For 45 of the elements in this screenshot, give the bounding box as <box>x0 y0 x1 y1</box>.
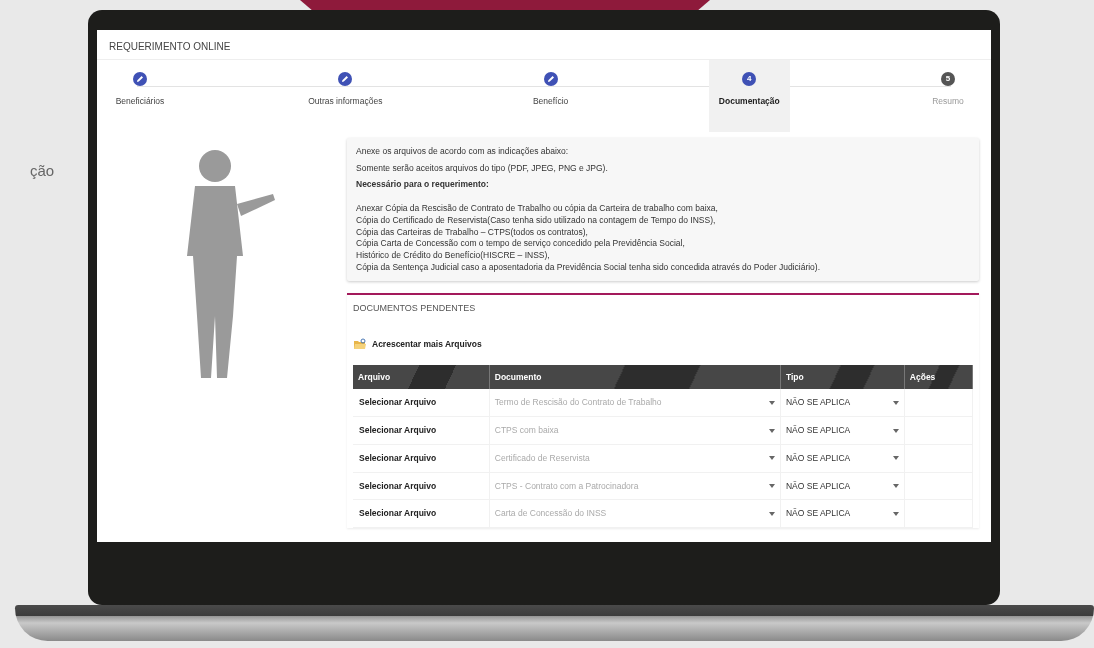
wizard-step[interactable]: Benefício <box>515 60 586 132</box>
select-file-button[interactable]: Selecionar Arquivo <box>358 395 438 411</box>
column-header: Tipo <box>780 364 905 390</box>
pencil-icon <box>133 72 147 86</box>
backdrop-text: ção <box>30 162 55 179</box>
select-file-button[interactable]: Selecionar Arquivo <box>358 450 438 466</box>
caret-icon <box>892 428 899 433</box>
type-select[interactable]: NÃO SE APLICA <box>780 416 905 445</box>
caret-icon <box>892 511 899 516</box>
column-header: Arquivo <box>353 364 490 390</box>
requirement-line: Cópia da Sentença Judicial caso a aposentadoria da Previdência Social tenha sido concedida através do Poder Judiciário). <box>356 261 821 274</box>
section-title: DOCUMENTOS PENDENTES <box>353 302 477 316</box>
requirement-line: Anexar Cópia da Rescisão de Contrato de Trabalho ou cópia da Carteira de trabalho com baixa, <box>356 203 719 215</box>
caret-icon <box>768 428 775 433</box>
wizard-step[interactable]: 4 Documentação <box>708 60 790 132</box>
pencil-icon <box>543 72 558 86</box>
requirement-line: Cópia Carta de Concessão com o tempo de serviço concedido pela Previdência Social, <box>356 238 686 251</box>
type-select[interactable]: NÃO SE APLICA <box>780 389 905 417</box>
type-select[interactable]: NÃO SE APLICA <box>780 472 905 500</box>
type-select[interactable]: NÃO SE APLICA <box>780 444 905 473</box>
add-files-link[interactable]: Acrescentar mais Arquivos <box>353 337 482 351</box>
required-heading: Necessário para o requerimento: <box>356 179 490 192</box>
column-header: Documento <box>489 364 781 390</box>
folder-icon <box>353 338 367 351</box>
caret-icon <box>892 400 899 405</box>
select-file-button[interactable]: Selecionar Arquivo <box>358 478 438 494</box>
wizard-step[interactable]: Beneficiários <box>105 60 175 132</box>
requirement-line: Cópia do Certificado de Reservista(Caso tenha sido utilizado na contagem de Tempo do INSS), <box>356 214 717 227</box>
caret-icon <box>768 456 775 461</box>
column-header: Ações <box>904 364 973 390</box>
caret-icon <box>768 484 775 489</box>
caret-icon <box>892 456 899 461</box>
caret-icon <box>768 511 775 516</box>
caret-icon <box>892 484 899 489</box>
wizard-step[interactable]: Outras informações <box>298 60 393 132</box>
select-file-button[interactable]: Selecionar Arquivo <box>358 506 438 522</box>
requirement-line: Histórico de Crédito do Benefício(HISCRE – INSS), <box>356 250 551 262</box>
requirement-line: Cópia das Carteiras de Trabalho – CTPS(todos os contratos), <box>356 226 589 239</box>
formats-text: Somente serão aceitos arquivos do tipo (PDF, JPEG, PNG e JPG). <box>356 162 609 175</box>
caret-icon <box>768 400 775 405</box>
pencil-icon <box>338 72 353 86</box>
select-file-button[interactable]: Selecionar Arquivo <box>358 423 438 438</box>
wizard-step[interactable]: 5 Resumo <box>913 60 983 132</box>
instruction-text: Anexe os arquivos de acordo com as indicações abaixo: <box>356 146 570 158</box>
type-select[interactable]: NÃO SE APLICA <box>780 499 905 528</box>
